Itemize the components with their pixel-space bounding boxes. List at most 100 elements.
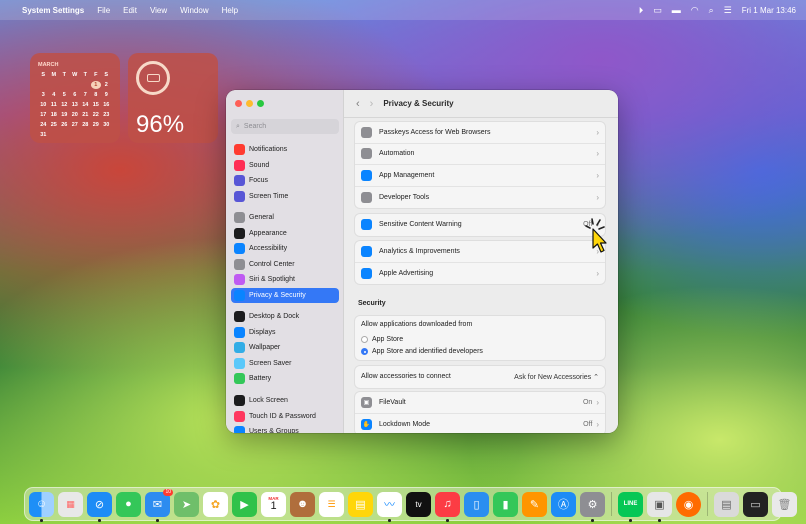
sidebar-item-appearance[interactable]: Appearance [231, 226, 339, 242]
radio-identified-developers[interactable]: App Store and identified developers [355, 345, 605, 357]
battery-icon[interactable]: ▬ [672, 5, 681, 15]
menu-clock[interactable]: Fri 1 Mar 13:46 [742, 6, 796, 15]
music-icon[interactable]: ♫ [435, 491, 460, 522]
accessories-popup[interactable]: Ask for New Accessories ⌃ [514, 373, 599, 381]
back-chevron-icon[interactable]: ‹ [356, 98, 360, 110]
calendar-widget[interactable]: MARCH S M T W T F S 1 2 3 4 5 6 7 8 9 10 11 12 13 14 15 16 17 18… [30, 53, 120, 143]
settings-row-passkeys-access-for-web-browsers[interactable]: Passkeys Access for Web Browsers › [355, 122, 605, 144]
spotlight-search-icon[interactable]: ⌕ [709, 5, 714, 16]
calendar-icon[interactable]: MAR 1 [261, 491, 286, 517]
pages-icon[interactable]: ✎ [522, 491, 547, 517]
chevron-right-icon: › [596, 170, 599, 180]
settings-row-analytics-improvements[interactable]: Analytics & Improvements › [355, 241, 605, 263]
settings-row-app-management[interactable]: App Management › [355, 165, 605, 187]
sidebar-item-lock-screen[interactable]: Lock Screen [231, 393, 339, 409]
sidebar-item-notifications[interactable]: Notifications [231, 142, 339, 158]
calendar-day: 15 [92, 102, 99, 108]
close-button[interactable] [235, 100, 242, 107]
sidebar-item-focus[interactable]: Focus [231, 173, 339, 189]
facetime-icon[interactable]: ▶ [232, 491, 257, 517]
sidebar-item-sound[interactable]: Sound [231, 158, 339, 174]
sidebar-item-users-groups[interactable]: Users & Groups [231, 424, 339, 433]
downloads-stack-icon[interactable]: ▤ [714, 491, 739, 517]
sidebar-item-label: Desktop & Dock [249, 313, 300, 321]
sidebar-group-2: General Appearance Accessibility Control Ce… [231, 210, 339, 303]
settings-row-sensitive-content-warning[interactable]: Sensitive Content WarningOff› [355, 214, 605, 236]
menu-help[interactable]: Help [222, 6, 238, 15]
display-icon[interactable]: ▭ [653, 5, 662, 16]
reminders-icon[interactable]: ☰ [319, 491, 344, 517]
battery-widget[interactable]: 96% [128, 53, 218, 143]
sidebar-item-siri-spotlight[interactable]: Siri & Spotlight [231, 272, 339, 288]
sidebar-item-screen-time[interactable]: Screen Time [231, 189, 339, 205]
trash-icon[interactable]: 🗑 [772, 491, 797, 517]
filevault-label: FileVault [379, 398, 406, 406]
sidebar-item-label: Screen Time [249, 192, 289, 200]
sidebar-item-accessibility[interactable]: Accessibility [231, 241, 339, 257]
settings-row-developer-tools[interactable]: Developer Tools › [355, 187, 605, 209]
mail-icon[interactable]: ✉ 10 [145, 488, 173, 522]
system-settings-icon[interactable]: ⚙ [580, 491, 605, 522]
chevron-right-icon: › [596, 127, 599, 137]
sidebar-item-touch-id-password[interactable]: Touch ID & Password [231, 409, 339, 425]
sidebar-item-general[interactable]: General [231, 210, 339, 226]
settings-row-automation[interactable]: Automation › [355, 144, 605, 165]
finder-icon[interactable]: ☺ [29, 491, 54, 522]
search-field[interactable]: ⌕ Search [231, 119, 339, 134]
safari-icon[interactable]: ⊘ [87, 491, 112, 522]
filevault-row[interactable]: ▣ FileVault On › [355, 392, 605, 414]
calendar-day: 1 [90, 81, 101, 89]
menu-file[interactable]: File [97, 6, 110, 15]
messages-icon[interactable]: ● [116, 491, 141, 517]
keynote-icon[interactable]: ▯ [464, 491, 489, 517]
menu-bar: System Settings File Edit View Window He… [0, 0, 806, 20]
contacts-icon[interactable]: ☻ [290, 491, 315, 517]
line-icon[interactable]: LINE [618, 491, 643, 522]
launchpad-icon[interactable]: ▦ [58, 491, 83, 517]
menu-view[interactable]: View [150, 6, 167, 15]
zoom-button[interactable] [257, 100, 264, 107]
apple-tv-icon[interactable]: tv [406, 491, 431, 517]
wifi-icon[interactable]: ◠ [691, 5, 699, 16]
maps-icon[interactable]: ➤ [174, 491, 199, 517]
forward-chevron-icon[interactable]: › [370, 98, 374, 110]
menu-window[interactable]: Window [180, 6, 208, 15]
freeform-icon[interactable]: 〰 [377, 491, 402, 522]
play-icon[interactable]: ⏵ [639, 5, 644, 16]
menu-edit[interactable]: Edit [123, 6, 137, 15]
calendar-day: 4 [52, 92, 56, 98]
filevault-card: ▣ FileVault On › ✋ Lockdown Mode Off › [354, 391, 606, 433]
sidebar-item-control-center[interactable]: Control Center [231, 257, 339, 273]
sidebar-group-4: Lock Screen Touch ID & Password Users & Gr… [231, 393, 339, 433]
vlc-icon[interactable]: ◉ [676, 491, 701, 517]
settings-row-label: Developer Tools [379, 193, 430, 201]
sidebar-item-desktop-dock[interactable]: Desktop & Dock [231, 309, 339, 325]
app-store-icon[interactable]: Ⓐ [551, 491, 576, 517]
sidebar-item-wallpaper[interactable]: Wallpaper [231, 340, 339, 356]
calendar-day: 17 [40, 112, 47, 118]
sidebar-item-icon [234, 274, 245, 286]
sidebar-item-label: Lock Screen [249, 397, 288, 405]
title-bar: ‹ › Privacy & Security [344, 90, 618, 118]
radio-label: App Store [372, 335, 404, 343]
sidebar-item-label: Users & Groups [249, 428, 299, 433]
numbers-icon[interactable]: ▮ [493, 491, 518, 517]
chevron-right-icon: › [596, 149, 599, 159]
settings-row-icon [361, 191, 372, 203]
menu-app-name[interactable]: System Settings [22, 6, 84, 15]
sidebar-item-battery[interactable]: Battery [231, 371, 339, 387]
preview-icon[interactable]: ▣ [647, 491, 672, 522]
radio-app-store[interactable]: App Store [355, 333, 605, 345]
sidebar-item-label: Accessibility [249, 245, 288, 253]
notes-icon[interactable]: ▤ [348, 491, 373, 517]
screenshot-stack-icon[interactable]: ▭ [743, 491, 768, 517]
sidebar-item-label: Appearance [249, 229, 287, 237]
photos-icon[interactable]: ✿ [203, 491, 228, 517]
settings-row-apple-advertising[interactable]: Apple Advertising › [355, 263, 605, 285]
sidebar-item-displays[interactable]: Displays [231, 325, 339, 341]
sidebar-item-screen-saver[interactable]: Screen Saver [231, 356, 339, 372]
lockdown-row[interactable]: ✋ Lockdown Mode Off › [355, 414, 605, 434]
sidebar-item-privacy-security[interactable]: Privacy & Security [231, 287, 339, 303]
control-center-icon[interactable]: ☰ [724, 5, 732, 16]
minimize-button[interactable] [246, 100, 253, 107]
